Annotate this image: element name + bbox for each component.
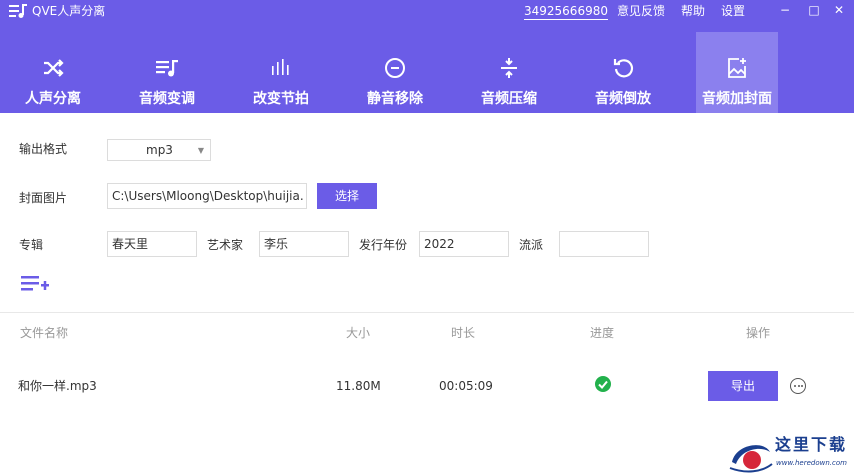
release-year-label: 发行年份 bbox=[359, 238, 408, 252]
header-bar: QVE人声分离 34925666980 意见反馈 帮助 设置 − □ ✕ 人声分… bbox=[0, 0, 854, 113]
watermark-url: www.heredown.com bbox=[776, 459, 847, 467]
minus-circle-icon bbox=[385, 58, 405, 78]
artist-label: 艺术家 bbox=[207, 238, 244, 252]
column-header-progress: 进度 bbox=[590, 326, 615, 340]
file-name: 和你一样.mp3 bbox=[18, 379, 97, 393]
column-header-size: 大小 bbox=[346, 326, 371, 340]
tab-label: 静音移除 bbox=[367, 91, 423, 107]
app-title: QVE人声分离 bbox=[32, 4, 106, 18]
help-link[interactable]: 帮助 bbox=[681, 3, 705, 19]
watermark-text: 这里下载 bbox=[775, 435, 848, 454]
complete-check-icon bbox=[595, 376, 611, 392]
tab-label: 人声分离 bbox=[25, 91, 81, 107]
tab-audio-compress[interactable]: 音频压缩 bbox=[468, 32, 550, 113]
chevron-down-icon: ▼ bbox=[197, 146, 204, 155]
cover-path-field[interactable]: C:\Users\Mloong\Desktop\huijia. bbox=[107, 183, 307, 209]
app-logo-icon bbox=[9, 4, 27, 18]
column-header-duration: 时长 bbox=[451, 326, 476, 340]
cover-image-label: 封面图片 bbox=[19, 191, 68, 205]
app-window: QVE人声分离 34925666980 意见反馈 帮助 设置 − □ ✕ 人声分… bbox=[0, 0, 854, 475]
tab-audio-reverse[interactable]: 音频倒放 bbox=[582, 32, 664, 113]
maximize-button[interactable]: □ bbox=[806, 2, 822, 18]
equalizer-bars-icon bbox=[272, 59, 289, 75]
artist-field[interactable]: 李乐 bbox=[259, 231, 349, 257]
column-header-action: 操作 bbox=[746, 326, 771, 340]
export-button[interactable]: 导出 bbox=[708, 371, 778, 401]
playlist-music-icon bbox=[156, 60, 178, 77]
minimize-button[interactable]: − bbox=[777, 2, 793, 18]
rotate-ccw-icon bbox=[613, 59, 634, 78]
album-field[interactable]: 春天里 bbox=[107, 231, 197, 257]
tab-label: 改变节拍 bbox=[253, 91, 309, 107]
choose-button[interactable]: 选择 bbox=[317, 183, 377, 209]
settings-link[interactable]: 设置 bbox=[721, 3, 745, 19]
album-label: 专辑 bbox=[19, 238, 44, 252]
file-size: 11.80M bbox=[336, 379, 381, 393]
tab-label: 音频倒放 bbox=[595, 91, 651, 107]
genre-field[interactable] bbox=[559, 231, 649, 257]
tab-silence-removal[interactable]: 静音移除 bbox=[354, 32, 436, 113]
more-options-icon[interactable] bbox=[790, 378, 806, 394]
tab-vocal-separation[interactable]: 人声分离 bbox=[12, 32, 94, 113]
tab-label: 音频压缩 bbox=[481, 91, 537, 107]
output-format-select[interactable]: mp3 ▼ bbox=[107, 139, 211, 161]
divider bbox=[0, 312, 854, 313]
tab-label: 音频变调 bbox=[139, 91, 195, 107]
feature-tabs: 人声分离 音频变调 改变节拍 静音移除 音频压缩 音频倒放 音频加封面 bbox=[0, 32, 854, 113]
genre-label: 流派 bbox=[519, 238, 544, 252]
file-duration: 00:05:09 bbox=[439, 379, 493, 393]
title-bar: QVE人声分离 34925666980 意见反馈 帮助 设置 − □ ✕ bbox=[0, 0, 854, 24]
shuffle-icon bbox=[44, 59, 64, 77]
add-files-icon[interactable] bbox=[20, 275, 50, 295]
tab-pitch-shift[interactable]: 音频变调 bbox=[126, 32, 208, 113]
output-format-label: 输出格式 bbox=[19, 142, 68, 156]
tab-add-cover[interactable]: 音频加封面 bbox=[696, 32, 778, 113]
tab-change-tempo[interactable]: 改变节拍 bbox=[240, 32, 322, 113]
column-header-name: 文件名称 bbox=[20, 326, 69, 340]
tab-label: 音频加封面 bbox=[702, 91, 772, 107]
compress-arrows-icon bbox=[501, 58, 517, 78]
watermark-logo-icon bbox=[729, 445, 773, 473]
image-add-icon bbox=[728, 58, 746, 78]
close-button[interactable]: ✕ bbox=[831, 2, 847, 18]
output-format-value: mp3 bbox=[146, 143, 173, 157]
watermark: 这里下载 www.heredown.com bbox=[726, 430, 854, 475]
release-year-field[interactable]: 2022 bbox=[419, 231, 509, 257]
phone-number[interactable]: 34925666980 bbox=[524, 3, 608, 20]
feedback-link[interactable]: 意见反馈 bbox=[617, 3, 665, 19]
